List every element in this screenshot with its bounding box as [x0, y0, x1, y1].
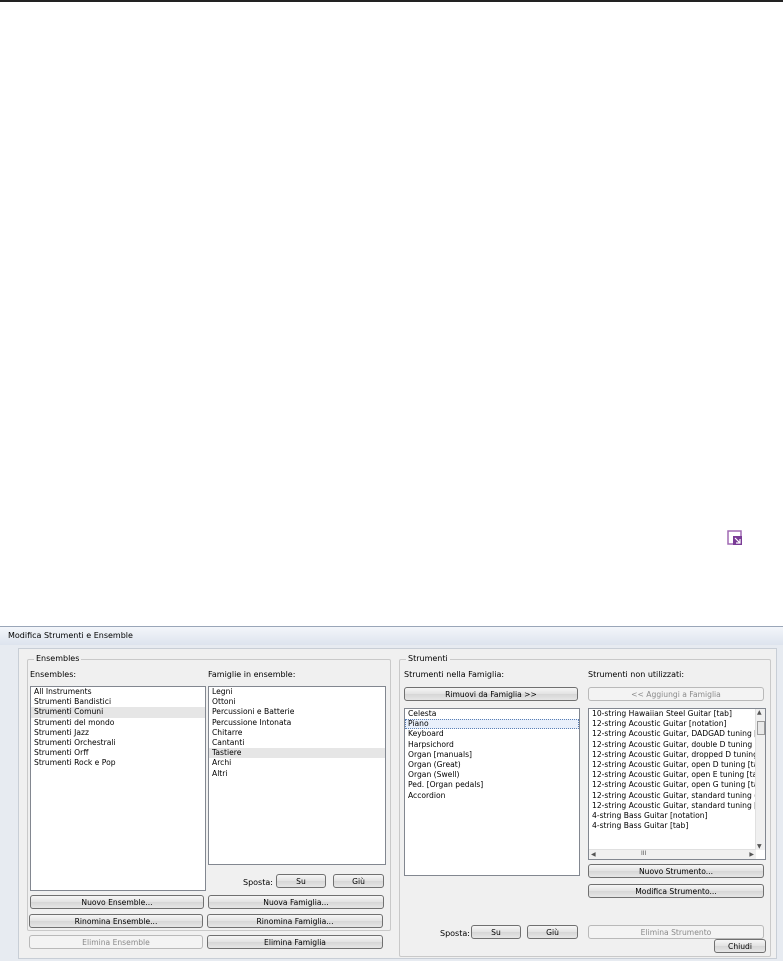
delete-ensemble-button[interactable]: Elimina Ensemble — [29, 935, 203, 949]
families-move-label: Sposta: — [243, 878, 273, 887]
list-item[interactable]: Celesta — [405, 709, 579, 719]
list-item[interactable]: Altri — [209, 769, 385, 779]
list-item[interactable]: 12-string Acoustic Guitar, dropped D tun… — [589, 750, 765, 760]
list-item[interactable]: 12-string Acoustic Guitar, DADGAD tuning… — [589, 729, 765, 739]
families-listbox[interactable]: Legni Ottoni Percussioni e Batterie Perc… — [208, 686, 386, 865]
list-item[interactable]: Legni — [209, 687, 385, 697]
hscroll-thumb-grip[interactable]: III — [641, 850, 646, 857]
delete-instrument-button[interactable]: Elimina Strumento — [588, 925, 764, 939]
dialog-titlebar: Modifica Strumenti e Ensemble — [0, 627, 783, 645]
ensembles-listbox[interactable]: All Instruments Strumenti Bandistici Str… — [30, 686, 206, 891]
scroll-left-icon[interactable]: ◀ — [591, 851, 596, 858]
dialog-title: Modifica Strumenti e Ensemble — [8, 631, 133, 640]
list-item[interactable]: Chitarre — [209, 728, 385, 738]
families-label: Famiglie in ensemble: — [208, 670, 296, 679]
close-button[interactable]: Chiudi — [714, 939, 766, 953]
in-family-label: Strumenti nella Famiglia: — [404, 670, 505, 679]
expand-panel-icon[interactable] — [722, 525, 748, 551]
instruments-group-title: Strumenti — [406, 654, 450, 663]
rename-family-button[interactable]: Rinomina Famiglia... — [207, 914, 383, 928]
list-item[interactable]: 10-string Hawaiian Steel Guitar [tab] — [589, 709, 765, 719]
new-family-button[interactable]: Nuova Famiglia... — [208, 895, 384, 909]
list-item[interactable]: 12-string Acoustic Guitar, open G tuning… — [589, 780, 765, 790]
scroll-right-icon[interactable]: ▶ — [749, 851, 754, 858]
top-border-line — [0, 0, 783, 2]
instruments-group: Strumenti Strumenti nella Famiglia: Rimu… — [399, 654, 771, 957]
scroll-thumb[interactable] — [757, 721, 765, 735]
dialog-client-area: Ensembles Ensembles: All Instruments Str… — [18, 648, 777, 959]
list-item[interactable]: Strumenti Orff — [31, 748, 205, 758]
list-item[interactable]: Piano — [405, 719, 579, 730]
list-item[interactable]: Tastiere — [209, 748, 385, 759]
list-item[interactable]: Organ [manuals] — [405, 750, 579, 760]
edit-instruments-dialog: Modifica Strumenti e Ensemble Ensembles … — [0, 626, 783, 961]
list-item[interactable]: Harpsichord — [405, 740, 579, 750]
list-item[interactable]: Strumenti Comuni — [31, 707, 205, 718]
vertical-scrollbar[interactable]: ▲ ▼ — [755, 709, 765, 850]
list-item[interactable]: 12-string Acoustic Guitar [notation] — [589, 719, 765, 729]
list-item[interactable]: All Instruments — [31, 687, 205, 697]
list-item[interactable]: Cantanti — [209, 738, 385, 748]
delete-family-button[interactable]: Elimina Famiglia — [207, 935, 383, 949]
instruments-up-button[interactable]: Su — [471, 925, 521, 939]
instruments-down-button[interactable]: Giù — [527, 925, 578, 939]
list-item[interactable]: Strumenti Jazz — [31, 728, 205, 738]
new-instrument-button[interactable]: Nuovo Strumento... — [588, 864, 764, 878]
ensembles-group: Ensembles Ensembles: All Instruments Str… — [27, 654, 391, 931]
list-item[interactable]: Ped. [Organ pedals] — [405, 780, 579, 790]
horizontal-scrollbar[interactable]: ◀ III ▶ — [589, 849, 756, 859]
list-item[interactable]: 12-string Acoustic Guitar, open D tuning… — [589, 760, 765, 770]
list-item[interactable]: Ottoni — [209, 697, 385, 707]
remove-from-family-button[interactable]: Rimuovi da Famiglia >> — [404, 687, 578, 701]
in-family-listbox[interactable]: Celesta Piano Keyboard Harpsichord Organ… — [404, 708, 580, 876]
ensembles-label: Ensembles: — [30, 670, 77, 679]
instruments-move-label: Sposta: — [440, 929, 470, 938]
scroll-up-icon[interactable]: ▲ — [757, 709, 762, 716]
list-item[interactable]: Organ (Great) — [405, 760, 579, 770]
list-item[interactable]: Percussione Intonata — [209, 718, 385, 728]
list-item[interactable]: 12-string Acoustic Guitar, standard tuni… — [589, 791, 765, 801]
families-up-button[interactable]: Su — [276, 874, 326, 888]
list-item[interactable]: Archi — [209, 758, 385, 768]
list-item[interactable]: Strumenti Rock e Pop — [31, 758, 205, 768]
new-ensemble-button[interactable]: Nuovo Ensemble... — [30, 895, 204, 909]
list-item[interactable]: Keyboard — [405, 729, 579, 739]
list-item[interactable]: Strumenti Orchestrali — [31, 738, 205, 748]
list-item[interactable]: Strumenti del mondo — [31, 718, 205, 728]
rename-ensemble-button[interactable]: Rinomina Ensemble... — [29, 914, 203, 928]
list-item[interactable]: 4-string Bass Guitar [notation] — [589, 811, 765, 821]
list-item[interactable]: Percussioni e Batterie — [209, 707, 385, 717]
list-item[interactable]: 4-string Bass Guitar [tab] — [589, 821, 765, 831]
unused-listbox[interactable]: 10-string Hawaiian Steel Guitar [tab] 12… — [588, 708, 766, 860]
list-item[interactable]: Strumenti Bandistici — [31, 697, 205, 707]
edit-instrument-button[interactable]: Modifica Strumento... — [588, 884, 764, 898]
scroll-down-icon[interactable]: ▼ — [757, 843, 762, 850]
ensembles-group-title: Ensembles — [34, 654, 82, 663]
list-item[interactable]: 12-string Acoustic Guitar, double D tuni… — [589, 740, 765, 750]
list-item[interactable]: 12-string Acoustic Guitar, standard tuni… — [589, 801, 765, 811]
add-to-family-button[interactable]: << Aggiungi a Famiglia — [588, 687, 764, 701]
families-down-button[interactable]: Giù — [333, 874, 384, 888]
unused-label: Strumenti non utilizzati: — [588, 670, 685, 679]
list-item[interactable]: Accordion — [405, 791, 579, 801]
list-item[interactable]: Organ (Swell) — [405, 770, 579, 780]
list-item[interactable]: 12-string Acoustic Guitar, open E tuning… — [589, 770, 765, 780]
